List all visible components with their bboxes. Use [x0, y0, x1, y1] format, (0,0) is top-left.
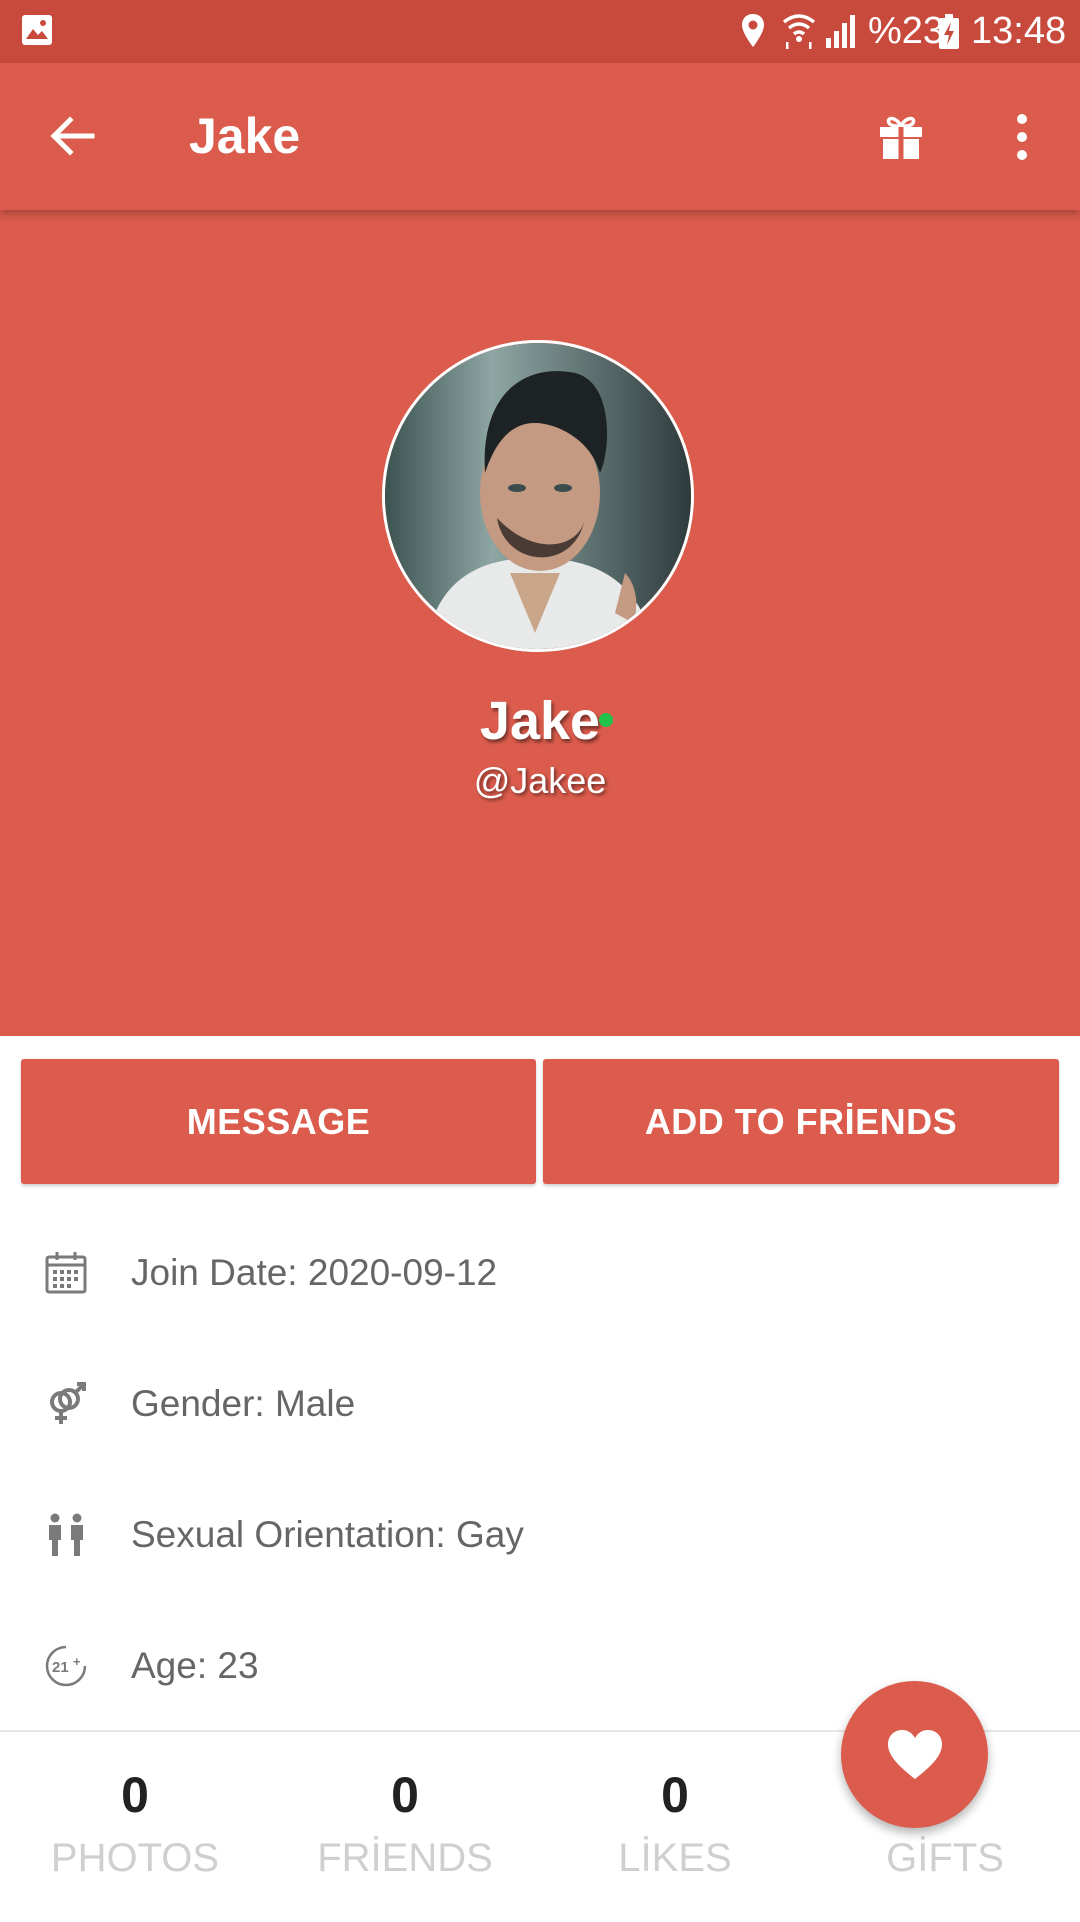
photos-label[interactable]: PHOTOS: [0, 1836, 270, 1881]
friends-count[interactable]: 0: [270, 1766, 540, 1824]
friends-label[interactable]: FRİENDS: [270, 1836, 540, 1881]
status-bar: %23 13:48: [0, 0, 1080, 63]
age-21-plus-icon: 21 +: [45, 1645, 87, 1687]
back-arrow-icon[interactable]: [48, 112, 96, 160]
clock: 13:48: [971, 10, 1067, 52]
online-status-dot: [599, 713, 613, 727]
likes-label[interactable]: LİKES: [540, 1836, 810, 1881]
battery-charging-icon: [939, 14, 959, 49]
gender-icon: [50, 1382, 86, 1424]
location-icon: [742, 14, 764, 47]
app-bar: Jake: [0, 63, 1080, 210]
gifts-label[interactable]: GİFTS: [810, 1836, 1080, 1881]
like-button[interactable]: [841, 1681, 988, 1828]
add-friend-button[interactable]: ADD TO FRİENDS: [543, 1059, 1059, 1184]
profile-name: Jake: [479, 691, 601, 751]
orientation-icon: [49, 1513, 83, 1556]
svg-text:+: +: [73, 1654, 81, 1669]
photos-count[interactable]: 0: [0, 1766, 270, 1824]
avatar-photo: [385, 343, 691, 649]
join-date: Join Date: 2020-09-12: [131, 1252, 498, 1293]
wifi-icon: [782, 14, 816, 49]
age: Age: 23: [131, 1645, 259, 1686]
gender: Gender: Male: [131, 1383, 356, 1424]
sexual-orientation: Sexual Orientation: Gay: [131, 1514, 524, 1555]
gift-icon[interactable]: [878, 114, 924, 160]
svg-text:21: 21: [52, 1659, 69, 1676]
avatar[interactable]: [382, 340, 694, 652]
battery-percent: %23: [868, 10, 945, 52]
image-icon: [22, 15, 52, 45]
page-title: Jake: [189, 108, 301, 164]
message-button[interactable]: MESSAGE: [21, 1059, 536, 1184]
signal-icon: [826, 15, 855, 48]
calendar-icon: [45, 1252, 87, 1294]
profile-username: @Jakee: [473, 760, 607, 801]
likes-count[interactable]: 0: [540, 1766, 810, 1824]
more-vert-icon[interactable]: [1010, 113, 1034, 161]
heart-icon: [887, 1729, 942, 1779]
